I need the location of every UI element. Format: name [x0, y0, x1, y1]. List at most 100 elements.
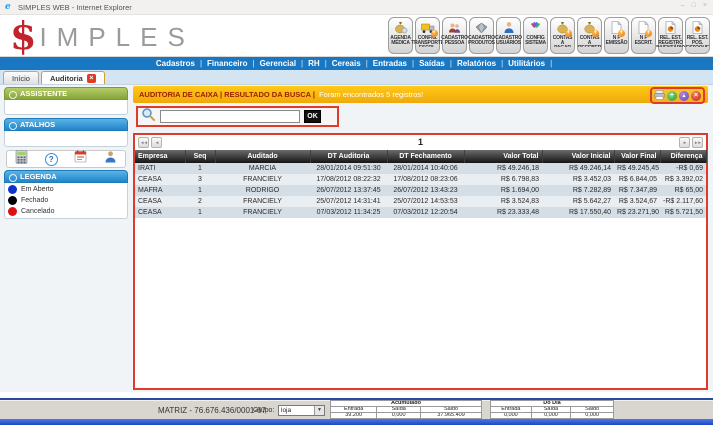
- menu-saidas[interactable]: Saídas: [419, 59, 457, 68]
- up-arrow-icon[interactable]: [679, 91, 689, 101]
- menu-gerencial[interactable]: Gerencial: [260, 59, 309, 68]
- toolbar-button-contas-receber[interactable]: CONTAS A RECEBER: [577, 17, 602, 54]
- menu-cereais[interactable]: Cereais: [332, 59, 373, 68]
- grupo-label: Grupo:: [253, 407, 274, 414]
- table-row[interactable]: CEASA3FRANCIELY17/08/2012 08:22:3217/08/…: [135, 174, 706, 185]
- toolbar-button-agenda-medica[interactable]: AGENDA MÉDICA: [388, 17, 413, 54]
- atalhos-header[interactable]: ATALHOS: [4, 118, 128, 131]
- col-valor-final[interactable]: Valor Final: [614, 150, 660, 163]
- taskbar-strip: [0, 419, 713, 425]
- results-table: Empresa Seq Auditado DT Auditoria DT Fec…: [135, 150, 707, 218]
- toolbar-button-cadastro-produtos[interactable]: CADASTRO PRODUTOS: [469, 17, 494, 54]
- tab-inicio[interactable]: Início: [3, 71, 39, 84]
- search-icon: [141, 107, 156, 127]
- print-icon[interactable]: [654, 87, 665, 105]
- dodia-saida: 0,000: [531, 413, 571, 419]
- dodia-saldo: 0,000: [571, 413, 614, 419]
- add-icon[interactable]: [667, 91, 677, 101]
- plus-badge-icon: [618, 30, 625, 37]
- user-icon: [503, 20, 515, 35]
- col-valor-total[interactable]: Valor Total: [464, 150, 542, 163]
- color-fan-icon: [529, 20, 542, 35]
- toolbar-button-cadastro-pessoa[interactable]: CADASTRO PESSOA: [442, 17, 467, 54]
- col-auditado[interactable]: Auditado: [215, 150, 310, 163]
- tab-close-icon[interactable]: [87, 74, 96, 83]
- menu-relatorios[interactable]: Relatórios: [457, 59, 508, 68]
- plus-badge-icon: [565, 30, 572, 37]
- acumulado-saida: 0,000: [377, 413, 421, 419]
- calendar-icon[interactable]: [74, 150, 87, 168]
- result-title: AUDITORIA DE CAIXA | RESULTADO DA BUSCA …: [139, 90, 315, 99]
- result-header-bar: AUDITORIA DE CAIXA | RESULTADO DA BUSCA …: [133, 86, 708, 103]
- person-group-icon: [448, 20, 461, 35]
- main-menu-bar: Cadastros Financeiro Gerencial RH Cereai…: [0, 57, 713, 70]
- menu-rh[interactable]: RH: [308, 59, 332, 68]
- toolbar-button-contas-pagar[interactable]: CONTAS A PAGAR: [550, 17, 575, 54]
- acumulado-table: Acumulado Entrada Saída Saldo 39.200 0,0…: [330, 400, 482, 419]
- toolbar-button-nf-escrituracao[interactable]: N F ESCRIT.: [631, 17, 656, 54]
- grupo-select[interactable]: loja: [278, 405, 325, 416]
- pagination-bar: 1: [135, 135, 706, 150]
- menu-financeiro[interactable]: Financeiro: [207, 59, 260, 68]
- result-actions: [650, 87, 705, 104]
- assistente-header[interactable]: ASSISTENTE: [4, 87, 128, 100]
- toolbar-button-cadastro-usuarios[interactable]: CADASTRO USUÁRIOS: [496, 17, 521, 54]
- legenda-header[interactable]: LEGENDA: [4, 170, 128, 183]
- next-page-button[interactable]: [679, 137, 690, 148]
- toolbar-button-config-sistema[interactable]: CONFIG SISTEMA: [523, 17, 548, 54]
- company-label: MATRIZ - 76.676.436/0001-67: [158, 406, 266, 415]
- results-panel: 1 Empresa Seq Auditado DT Auditoria DT F…: [133, 133, 708, 390]
- menu-utilitarios[interactable]: Utilitários: [508, 59, 557, 68]
- menu-cadastros[interactable]: Cadastros: [156, 59, 207, 68]
- col-dt-fechamento[interactable]: DT Fechamento: [387, 150, 464, 163]
- close-panel-icon[interactable]: [691, 91, 701, 101]
- col-dt-auditoria[interactable]: DT Auditoria: [310, 150, 387, 163]
- tab-auditoria[interactable]: Auditoria: [41, 71, 105, 84]
- table-row[interactable]: CEASA2FRANCIELY25/07/2012 14:31:4125/07/…: [135, 196, 706, 207]
- status-dot-open: [8, 185, 17, 194]
- maximize-icon[interactable]: □: [692, 2, 696, 9]
- moneybag-plus-icon: [556, 20, 569, 35]
- toolbar-button-rel-posicao-estoque[interactable]: REL. EST. POS. ESTOQUE: [685, 17, 710, 54]
- document-chart-icon: [665, 20, 676, 35]
- toolbar-button-nf-emissao[interactable]: N F EMISSÃO: [604, 17, 629, 54]
- moneybag-plus-icon: [583, 20, 596, 35]
- plus-badge-icon: [645, 30, 652, 37]
- app-logo: $ IMPLES: [10, 17, 195, 55]
- dodia-entrada: 0,000: [491, 413, 532, 419]
- logo-text: IMPLES: [39, 20, 194, 54]
- person-icon[interactable]: [104, 150, 117, 168]
- tab-strip: Início Auditoria: [0, 70, 713, 85]
- result-message: Foram encontrados 5 registros!: [319, 90, 423, 99]
- calculator-icon[interactable]: [15, 150, 28, 169]
- legend-item-em-aberto: Em Aberto: [5, 184, 127, 195]
- help-icon[interactable]: [45, 153, 58, 166]
- chevron-down-icon[interactable]: [314, 406, 324, 415]
- col-empresa[interactable]: Empresa: [135, 150, 185, 163]
- first-page-button[interactable]: [138, 137, 149, 148]
- table-row[interactable]: MAFRA1RODRIGO26/07/2012 13:37:4526/07/20…: [135, 185, 706, 196]
- close-window-icon[interactable]: ×: [703, 2, 707, 9]
- acumulado-saldo: 37.965.409: [421, 413, 482, 419]
- window-title: SIMPLES WEB - Internet Explorer: [18, 3, 132, 12]
- col-diferenca[interactable]: Diferença: [660, 150, 706, 163]
- ok-button[interactable]: OK: [304, 110, 321, 123]
- minimize-icon[interactable]: –: [681, 2, 685, 9]
- menu-entradas[interactable]: Entradas: [373, 59, 419, 68]
- last-page-button[interactable]: [692, 137, 703, 148]
- table-row[interactable]: CEASA1FRANCIELY07/03/2012 11:34:2507/03/…: [135, 207, 706, 218]
- tab-auditoria-label: Auditoria: [50, 74, 83, 83]
- browser-window: SIMPLES WEB - Internet Explorer – □ × $ …: [0, 0, 713, 425]
- col-seq[interactable]: Seq: [185, 150, 215, 163]
- plus-badge-icon: [592, 30, 599, 37]
- assistente-body: [4, 100, 128, 115]
- product-box-icon: [475, 20, 488, 35]
- status-dot-closed: [8, 196, 17, 205]
- toolbar-button-rel-registro-inventario[interactable]: REL. EST. REGISTRO INVENTÁRIO: [658, 17, 683, 54]
- col-valor-inicial[interactable]: Valor Inicial: [542, 150, 614, 163]
- prev-page-button[interactable]: [151, 137, 162, 148]
- search-input[interactable]: [160, 110, 300, 123]
- toolbar-button-transporte[interactable]: CONFIG. TRANSPORTE ESCOL.: [415, 17, 440, 54]
- table-row[interactable]: IRATI1MARCIA28/01/2014 09:51:3028/01/201…: [135, 163, 706, 174]
- dodia-table: Do Dia Entrada Saída Saldo 0,000 0,000 0…: [490, 400, 614, 419]
